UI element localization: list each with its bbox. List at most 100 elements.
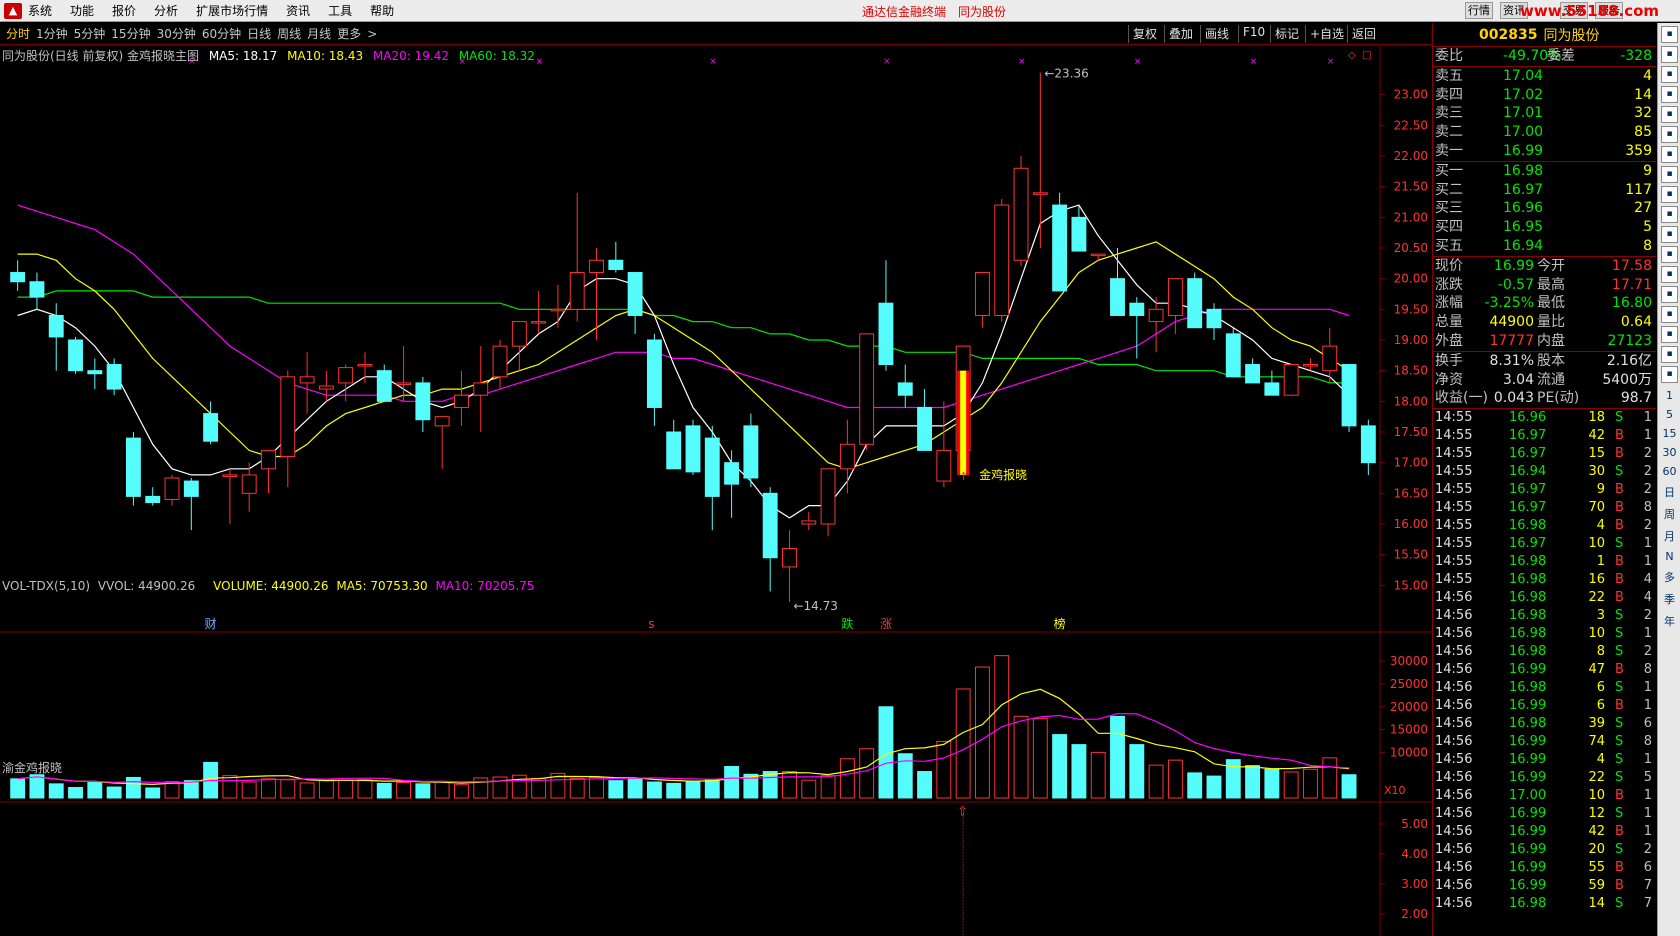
volume-bar	[1225, 759, 1241, 799]
volume-bar	[531, 777, 547, 799]
kline-chart-area[interactable]: 23.00 22.50 22.00 21.50 21.00 20.50 20.00 19.50…	[0, 46, 1432, 936]
kline-chart[interactable]: 23.00 22.50 22.00 21.50 21.00 20.50 20.00 19.50…	[0, 46, 1432, 936]
tool-icon[interactable]: ▪	[1661, 266, 1678, 283]
tool-icon[interactable]: ▪	[1661, 126, 1678, 143]
menu-item[interactable]: 报价	[112, 2, 136, 19]
candle-body	[1303, 364, 1318, 367]
menu-item[interactable]: 系统	[28, 2, 52, 19]
back-button[interactable]: 返回	[1347, 25, 1380, 43]
volume-bar	[376, 782, 392, 799]
stats-block: 现价 16.99 今开 17.58 涨跌 -0.57 最高 17.71 涨幅 -3.25% 最低 16…	[1433, 255, 1656, 351]
tool-icon[interactable]: ▪	[1661, 46, 1678, 63]
tick-side: S	[1615, 536, 1624, 552]
tool-icon[interactable]: ▪	[1661, 206, 1678, 223]
tool-icon[interactable]: ▪	[1661, 326, 1678, 343]
tick-volume: 70	[1588, 500, 1605, 516]
tool-icon[interactable]: ▪	[1661, 66, 1678, 83]
period-shortcut[interactable]: 1	[1658, 389, 1680, 402]
tick-price: 16.98	[1509, 716, 1547, 732]
tab-fenshi[interactable]: 分时	[6, 25, 30, 42]
tick-time: 14:55	[1435, 482, 1473, 498]
buy-row: 买一 16.98 9	[1433, 162, 1656, 181]
top-mark: ×	[1018, 57, 1026, 67]
tick-side: S	[1615, 734, 1624, 750]
tick-volume: 9	[1596, 482, 1605, 498]
period-shortcut[interactable]: 月	[1658, 528, 1680, 544]
period-shortcut[interactable]: 60	[1658, 465, 1680, 478]
buy-row: 买四 16.95 5	[1433, 218, 1656, 237]
tool-icon[interactable]: ▪	[1661, 246, 1678, 263]
tool-icon[interactable]: ▪	[1661, 166, 1678, 183]
tool-icon[interactable]: ▪	[1661, 366, 1678, 383]
menu-item[interactable]: 帮助	[370, 2, 394, 19]
tab-monthly[interactable]: 月线	[307, 25, 331, 42]
menu-item[interactable]: 扩展市场行情	[196, 2, 268, 19]
tick-price: 16.99	[1509, 752, 1547, 768]
stat-value: 17.58	[1611, 257, 1652, 274]
period-shortcut[interactable]: N	[1658, 550, 1680, 563]
main-indicator-legend: 同为股份(日线 前复权) 金鸡报晓主图 MA5: 18.17 MA10: 18.…	[2, 47, 535, 64]
tab-60min[interactable]: 60分钟	[202, 25, 241, 42]
f10-button[interactable]: F10	[1238, 25, 1269, 43]
stat-value: 3.04	[1502, 371, 1534, 388]
tick-price: 16.99	[1509, 734, 1547, 750]
tab-1min[interactable]: 1分钟	[36, 25, 68, 42]
tick-count: 6	[1643, 716, 1652, 732]
tick-time: 14:55	[1435, 554, 1473, 570]
stat-label: 涨幅	[1435, 295, 1463, 312]
period-shortcut[interactable]: 周	[1658, 506, 1680, 522]
tool-icon[interactable]: ▪	[1661, 346, 1678, 363]
overlay-button[interactable]: 叠加	[1164, 25, 1197, 43]
tab-15min[interactable]: 15分钟	[111, 25, 150, 42]
tab-weekly[interactable]: 周线	[277, 25, 301, 42]
candle-body	[820, 468, 836, 525]
period-shortcut[interactable]: 5	[1658, 408, 1680, 421]
tool-icon[interactable]: ▪	[1661, 146, 1678, 163]
stock-code: 002835	[1479, 26, 1538, 43]
tick-count: 1	[1643, 428, 1652, 444]
tick-time: 14:56	[1435, 716, 1473, 732]
tab-daily[interactable]: 日线	[247, 25, 271, 42]
period-shortcut[interactable]: 15	[1658, 427, 1680, 440]
tab-30min[interactable]: 30分钟	[157, 25, 196, 42]
tick-volume: 18	[1588, 410, 1605, 426]
tick-time: 14:56	[1435, 626, 1473, 642]
period-shortcut[interactable]: 季	[1658, 591, 1680, 607]
tick-count: 1	[1643, 824, 1652, 840]
tool-icon[interactable]: ▪	[1661, 186, 1678, 203]
candle-body	[1032, 192, 1048, 195]
period-shortcut[interactable]: 多	[1658, 569, 1680, 585]
sell-price: 16.99	[1503, 142, 1544, 159]
promo-stock-link[interactable]: 同为股份	[958, 3, 1006, 20]
tick-volume: 8	[1596, 644, 1605, 660]
menu-item[interactable]: 功能	[70, 2, 94, 19]
tool-icon[interactable]: ▪	[1661, 226, 1678, 243]
menu-item[interactable]: 分析	[154, 2, 178, 19]
tool-icon[interactable]: ▪	[1661, 286, 1678, 303]
tab-5min[interactable]: 5分钟	[74, 25, 106, 42]
tick-time: 14:56	[1435, 770, 1473, 786]
mark-button[interactable]: 标记	[1270, 25, 1303, 43]
tool-icon[interactable]: ▪	[1661, 106, 1678, 123]
tab-more[interactable]: 更多	[337, 25, 361, 42]
volume-bar	[589, 776, 604, 799]
period-shortcut[interactable]: 30	[1658, 446, 1680, 459]
menu-item[interactable]: 工具	[328, 2, 352, 19]
period-shortcut[interactable]: 年	[1658, 613, 1680, 629]
tick-count: 7	[1643, 878, 1652, 894]
tool-icon[interactable]: ▪	[1661, 86, 1678, 103]
add-watchlist-button[interactable]: +自选	[1305, 25, 1348, 43]
tick-list[interactable]: 14:55 16.96 18 S 1 14:55 16.97 42 B 1 14:55 16.97 15…	[1433, 408, 1656, 913]
quote-button[interactable]: 行情	[1465, 2, 1493, 19]
fuquan-button[interactable]: 复权	[1128, 25, 1161, 43]
menu-item[interactable]: 资讯	[286, 2, 310, 19]
tool-icon[interactable]: ▪	[1661, 306, 1678, 323]
tool-icon[interactable]: ▪	[1661, 26, 1678, 43]
draw-line-button[interactable]: 画线	[1200, 25, 1233, 43]
period-shortcut[interactable]: 日	[1658, 484, 1680, 500]
chevron-right-icon[interactable]: >	[367, 27, 377, 41]
tick-volume: 20	[1588, 842, 1605, 858]
candle-body	[1148, 308, 1164, 323]
buy-qty: 117	[1625, 181, 1652, 198]
promo-link[interactable]: 通达信金融终端	[862, 3, 946, 20]
